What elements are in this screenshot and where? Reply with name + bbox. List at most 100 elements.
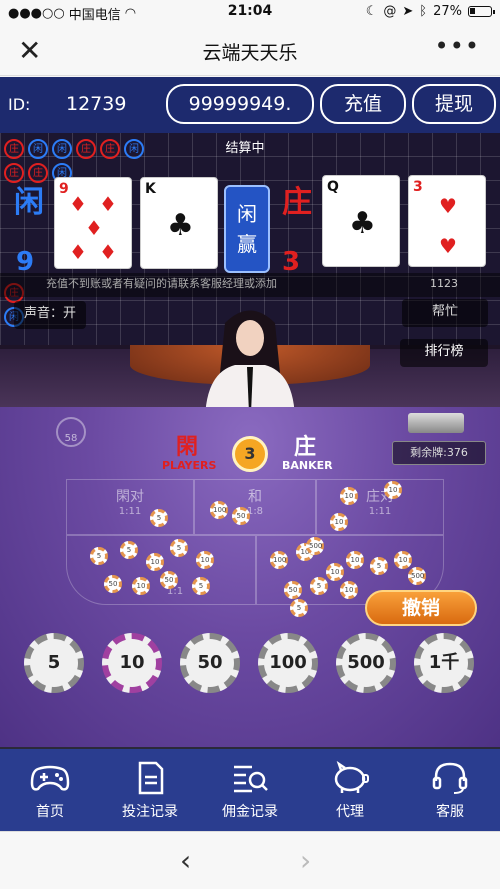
- nav-customer-service[interactable]: 客服: [400, 749, 500, 831]
- chip-500[interactable]: 500: [336, 633, 396, 693]
- player-card-1: 9 ♦ ♦ ♦ ♦ ♦: [54, 177, 132, 269]
- table-chip: 100: [210, 501, 228, 519]
- player-pair-zone[interactable]: 閑对 1:11: [66, 479, 194, 535]
- table-chip: 10: [330, 513, 348, 531]
- countdown-timer: 3: [232, 436, 268, 472]
- table-chip: 5: [370, 557, 388, 575]
- table-chip: 50: [232, 507, 250, 525]
- player-pair-odds: 1:11: [118, 506, 142, 517]
- ranking-button[interactable]: 排行榜: [400, 339, 488, 367]
- table-chip: 10: [384, 481, 402, 499]
- table-chip: 10: [132, 577, 150, 595]
- road-dot: 庄: [76, 139, 96, 159]
- bluetooth-icon: ᛒ: [419, 4, 428, 19]
- table-chip: 500: [306, 537, 324, 555]
- search-list-icon: [234, 765, 268, 793]
- nav-bet-records[interactable]: 投注记录: [100, 749, 200, 831]
- nav-commission-records-label: 佣金记录: [222, 804, 278, 820]
- status-bar: ●●●○○ 中国电信 ◠ 21:04 ☾ @ ➤ ᛒ 27%: [0, 0, 500, 24]
- player-card-2: K ♣: [140, 177, 218, 269]
- help-button[interactable]: 帮忙: [402, 299, 488, 327]
- chip-10[interactable]: 10: [102, 633, 162, 693]
- table-chip: 10: [340, 581, 358, 599]
- online-users-icon: 58: [56, 417, 86, 447]
- nav-agent[interactable]: 代理: [300, 749, 400, 831]
- chip-100[interactable]: 100: [258, 633, 318, 693]
- diamond-icon: ♦: [85, 216, 103, 240]
- page-title: 云端天天乐: [202, 42, 298, 64]
- road-dot: 闲: [52, 139, 72, 159]
- location-icon: ➤: [402, 4, 414, 19]
- club-icon: ♣: [167, 208, 194, 243]
- chip-1000[interactable]: 1千: [414, 633, 474, 693]
- road-dot: 庄: [100, 139, 120, 159]
- balance-display: 99999949.: [166, 84, 314, 124]
- banker-card-1: Q ♣: [322, 175, 400, 267]
- table-chip: 5: [310, 577, 328, 595]
- nav-agent-label: 代理: [336, 804, 364, 820]
- gamepad-icon: [30, 765, 70, 791]
- diamond-icon: ♦: [99, 240, 117, 264]
- notice-count: 1123: [430, 277, 458, 290]
- banker-pair-label: 庄对: [366, 489, 394, 505]
- battery-percent: 27%: [433, 4, 462, 19]
- headset-icon: [432, 762, 468, 794]
- diamond-icon: ♦: [99, 192, 117, 216]
- table-chip: 10: [394, 551, 412, 569]
- player-en-label: PLAYERS: [162, 459, 217, 472]
- table-chip: 5: [170, 539, 188, 557]
- diamond-icon: ♦: [69, 192, 87, 216]
- road-dot: 庄: [4, 139, 24, 159]
- table-chip: 100: [270, 551, 288, 569]
- recharge-button[interactable]: 充值: [320, 84, 406, 124]
- battery-icon: [468, 6, 495, 17]
- winner-indicator: 闲 赢: [224, 185, 270, 273]
- user-id: 12739: [66, 93, 127, 115]
- road-dot: 闲: [28, 139, 48, 159]
- card-rank: 9: [59, 181, 69, 197]
- nav-home-label: 首页: [36, 804, 64, 820]
- winner-text: 赢: [237, 232, 257, 256]
- nav-home[interactable]: 首页: [0, 749, 100, 831]
- moon-icon: ☾: [365, 4, 378, 19]
- table-chip: 10: [326, 563, 344, 581]
- diamond-icon: ♦: [69, 240, 87, 264]
- table-chip: 10: [346, 551, 364, 569]
- sound-toggle[interactable]: 声音：开: [14, 301, 87, 329]
- document-icon: [138, 761, 164, 795]
- more-options-icon[interactable]: •••: [435, 32, 480, 60]
- table-chip: 5: [192, 577, 210, 595]
- back-arrow-icon[interactable]: ‹: [180, 844, 191, 877]
- account-bar: ID: 12739 99999949. 充值 提现: [0, 77, 500, 133]
- table-chip: 50: [104, 575, 122, 593]
- nav-bet-records-label: 投注记录: [122, 804, 178, 820]
- forward-arrow-icon[interactable]: ›: [300, 844, 311, 877]
- nav-commission-records[interactable]: 佣金记录: [200, 749, 300, 831]
- table-chip: 50: [160, 571, 178, 589]
- id-label: ID:: [8, 95, 31, 114]
- heart-icon: ♥: [439, 234, 457, 258]
- card-rank: 3: [413, 179, 423, 195]
- chip-50[interactable]: 50: [180, 633, 240, 693]
- table-chip: 10: [146, 553, 164, 571]
- card-rank: K: [145, 181, 156, 197]
- table-chip: 10: [196, 551, 214, 569]
- winner-side: 闲: [237, 202, 257, 226]
- heart-icon: ♥: [439, 194, 457, 218]
- card-shoe: [408, 413, 464, 433]
- card-rank: Q: [327, 179, 339, 195]
- title-bar: ✕ 云端天天乐 •••: [0, 24, 500, 76]
- club-icon: ♣: [349, 206, 376, 241]
- notice-marquee: 充值不到账或者有疑问的请联系客服经理或添加 1123: [0, 273, 500, 297]
- road-dot: 闲: [124, 139, 144, 159]
- banker-en-label: BANKER: [282, 459, 333, 472]
- table-chip: 5: [290, 599, 308, 617]
- banker-label: 庄: [282, 185, 312, 220]
- chip-5[interactable]: 5: [24, 633, 84, 693]
- withdraw-button[interactable]: 提现: [412, 84, 496, 124]
- online-count: 58: [64, 433, 78, 444]
- piggy-bank-icon: [334, 761, 369, 793]
- player-bet-zone[interactable]: 1:1: [66, 535, 256, 605]
- undo-button[interactable]: 撤销: [365, 590, 477, 626]
- banker-card-2: 3 ♥ ♥: [408, 175, 486, 267]
